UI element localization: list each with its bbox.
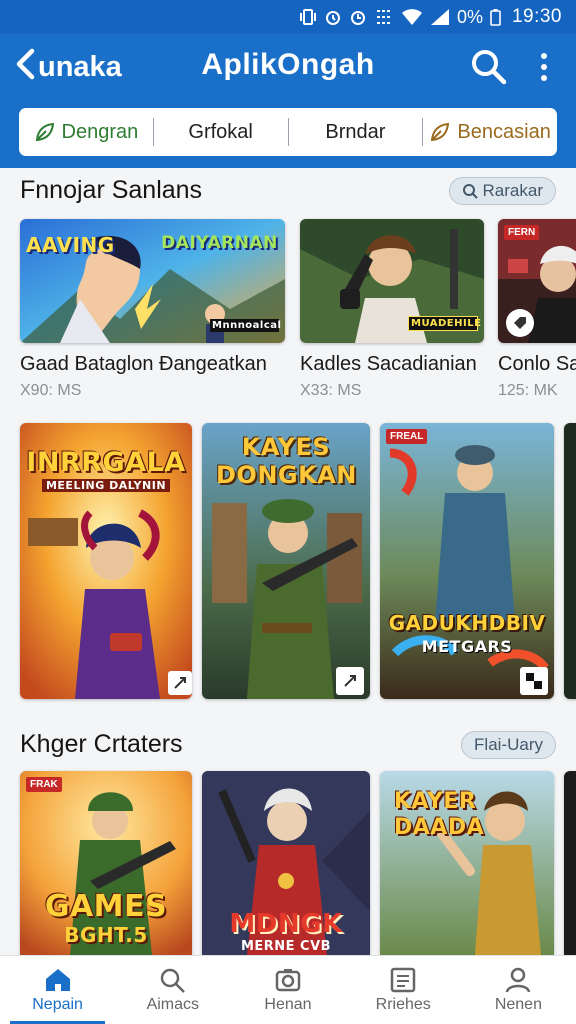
game-poster[interactable]: MDNGK MERNE CVB (202, 771, 370, 955)
card-meta: X33: MS (300, 382, 362, 399)
art-text: MDNGK (229, 909, 343, 939)
nav-label: Aimacs (146, 995, 200, 1013)
filter-label: Brndar (325, 120, 386, 143)
game-poster[interactable] (564, 771, 576, 955)
game-poster[interactable]: KAYES DONGKAN (202, 423, 370, 699)
nav-profile[interactable]: Nenen (461, 956, 576, 1024)
section-header: Khger Crtaters Flai-Uary (20, 730, 556, 759)
person-icon (506, 967, 531, 992)
nav-search[interactable]: Aimacs (115, 956, 230, 1024)
filter-bar: Dengran Grfokal Brndar Bencasian (19, 108, 557, 156)
link-icon (168, 671, 192, 695)
nav-label: Nepain (32, 995, 83, 1013)
nav-library[interactable]: Rriehes (346, 956, 461, 1024)
filter-label: Bencasian (457, 120, 551, 143)
nav-label: Nenen (494, 995, 542, 1013)
chip-label: Rarakar (482, 180, 543, 200)
art-text: METGARS (421, 637, 513, 656)
nav-label: Rriehes (375, 995, 431, 1013)
clock-icon (349, 8, 367, 26)
app-bar: unaka AplikOngah Dengran Grfokal Brndar (0, 34, 576, 168)
art-text: MEELING DALYNIN (42, 479, 170, 492)
game-poster[interactable] (564, 423, 576, 699)
status-bar: 0% 19:30 (0, 0, 576, 34)
card-tag: FREAL (386, 429, 428, 444)
art-text: INRRGALA (26, 447, 186, 478)
app-screen: 0% 19:30 unaka AplikOngah Dengran Grfoka… (0, 0, 576, 1024)
leaf-icon (35, 122, 54, 142)
art-text: Mnnnoalcal (210, 319, 282, 332)
poster-art (380, 423, 554, 699)
card-tag: FERN (504, 225, 540, 240)
art-text: DAIYARNAN (161, 233, 278, 253)
vibrate-icon (299, 8, 317, 26)
battery-icon (490, 8, 501, 26)
art-text: BGHT.5 (64, 923, 148, 947)
link-icon (336, 667, 364, 695)
art-text: AAVING (26, 233, 115, 257)
more-options-button[interactable] (530, 48, 558, 86)
search-icon (160, 968, 185, 993)
art-text: MUADEHILE (408, 316, 481, 331)
nav-label: Henan (264, 995, 312, 1013)
section-title: Fnnojar Sanlans (20, 176, 203, 204)
card-title: Conlo Sa (498, 353, 576, 375)
search-icon (472, 50, 507, 85)
see-all-chip[interactable]: Flai-Uary (461, 730, 556, 759)
filter-grfokal[interactable]: Grfokal (154, 108, 288, 156)
section-title: Khger Crtaters (20, 730, 183, 758)
clock-time: 19:30 (511, 6, 562, 27)
nav-home[interactable]: Nepain (0, 956, 115, 1024)
game-card[interactable]: MUADEHILE (300, 219, 484, 343)
search-button[interactable] (470, 48, 508, 86)
game-card[interactable]: FERN (498, 219, 576, 343)
game-poster[interactable]: FRAK GAMES BGHT.5 (20, 771, 192, 955)
see-all-chip[interactable]: Rarakar (448, 176, 556, 205)
card-tag: FRAK (26, 777, 62, 792)
art-text: GAMES (44, 889, 168, 924)
checker-icon (520, 667, 548, 695)
card-meta: 125: MK (498, 382, 558, 399)
filter-bencasian[interactable]: Bencasian (423, 108, 557, 156)
card-title: Kadles Sacadianian (300, 353, 477, 375)
more-vert-icon (541, 53, 547, 59)
bottom-navigation: Nepain Aimacs Henan Rriehes Nenen (0, 955, 576, 1024)
art-text: GADUKHDBIV (388, 611, 546, 635)
game-poster[interactable]: KAYER DAADA (380, 771, 554, 955)
leaf-icon (431, 122, 450, 142)
game-poster[interactable]: INRRGALA MEELING DALYNIN (20, 423, 192, 699)
art-text: MERNE CVB (240, 939, 332, 954)
art-text: KAYER DAADA (394, 789, 485, 840)
game-poster[interactable]: FREAL GADUKHDBIV METGARS (380, 423, 554, 699)
battery-text: 0% (456, 6, 483, 27)
card-title: Gaad Bataglon Đangeatkan (20, 353, 267, 375)
filter-brndar[interactable]: Brndar (289, 108, 423, 156)
home-icon (45, 968, 70, 991)
section-header: Fnnojar Sanlans Rarakar (20, 176, 556, 205)
filter-dengran[interactable]: Dengran (19, 108, 153, 156)
wifi-icon (401, 8, 423, 26)
nav-camera[interactable]: Henan (230, 956, 345, 1024)
filter-label: Dengran (61, 120, 139, 143)
card-meta: X90: MS (20, 382, 82, 399)
signal-icon (430, 8, 450, 26)
chip-label: Flai-Uary (474, 734, 543, 754)
alarm-icon (324, 8, 342, 26)
game-card[interactable]: AAVING DAIYARNAN Mnnnoalcal (20, 219, 285, 343)
tag-icon (506, 309, 534, 337)
filter-label: Grfokal (188, 120, 253, 143)
data-saver-icon (374, 8, 394, 26)
search-icon (462, 183, 478, 199)
art-text: KAYES DONGKAN (216, 433, 357, 489)
camera-icon (275, 968, 301, 991)
list-icon (390, 967, 416, 992)
